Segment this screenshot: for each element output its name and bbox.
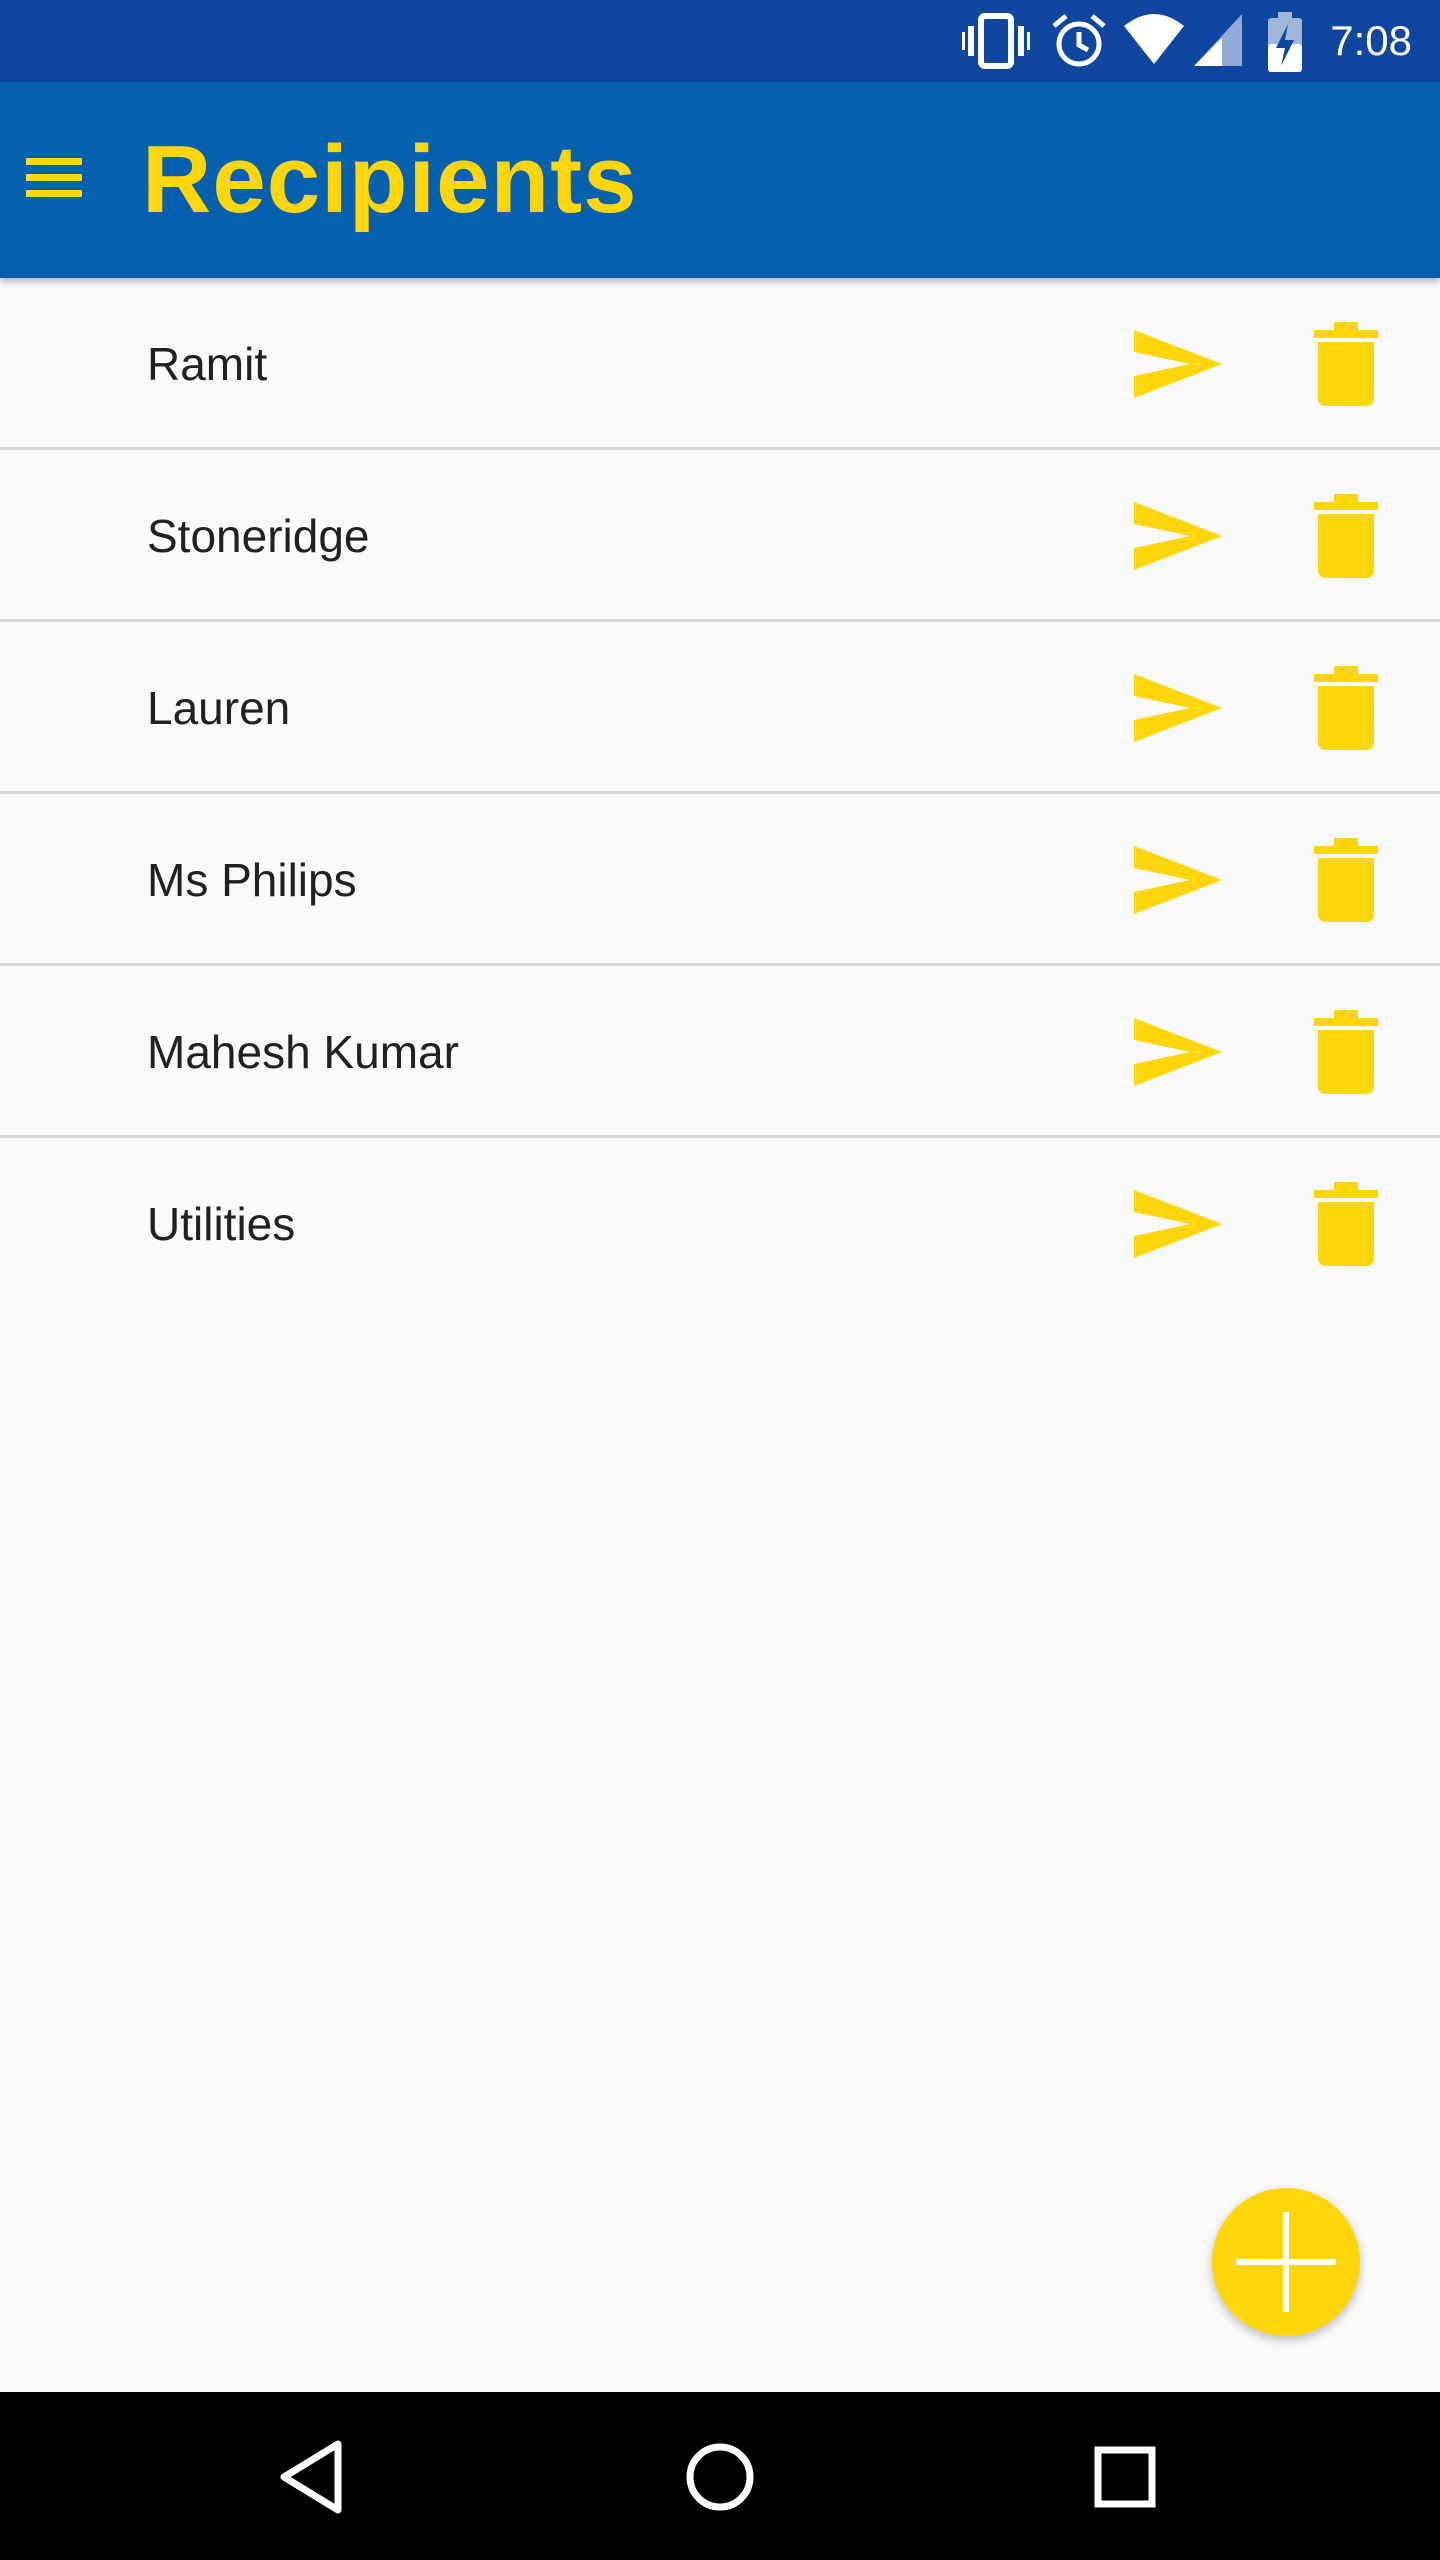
alarm-icon: [1052, 14, 1106, 67]
list-item[interactable]: Lauren: [0, 622, 1440, 794]
recipient-name: Lauren: [147, 682, 291, 734]
list-item[interactable]: Stoneridge: [0, 450, 1440, 622]
send-icon[interactable]: [1130, 322, 1226, 406]
trash-icon[interactable]: [1310, 834, 1382, 924]
signal-icon: [1194, 14, 1242, 66]
list-item[interactable]: Ms Philips: [0, 794, 1440, 966]
back-icon[interactable]: [270, 2432, 360, 2522]
send-icon[interactable]: [1130, 666, 1226, 750]
vibrate-icon: [962, 13, 1030, 69]
recipient-name: Stoneridge: [147, 510, 370, 562]
list-item[interactable]: Utilities: [0, 1138, 1440, 1310]
send-icon[interactable]: [1130, 838, 1226, 922]
page-title: Recipients: [142, 126, 638, 233]
send-icon[interactable]: [1130, 494, 1226, 578]
app-bar: Recipients: [0, 82, 1440, 278]
status-time: 7:08: [1330, 17, 1412, 64]
trash-icon[interactable]: [1310, 662, 1382, 752]
status-bar: 7:08: [0, 0, 1440, 82]
recipient-name: Mahesh Kumar: [147, 1026, 459, 1078]
send-icon[interactable]: [1130, 1010, 1226, 1094]
recipient-name: Ms Philips: [147, 854, 357, 906]
recipient-name: Ramit: [147, 338, 268, 390]
home-icon[interactable]: [675, 2432, 765, 2522]
hamburger-menu-icon[interactable]: [20, 132, 88, 222]
trash-icon[interactable]: [1310, 318, 1382, 408]
list-item[interactable]: Ramit: [0, 278, 1440, 450]
send-icon[interactable]: [1130, 1182, 1226, 1266]
recents-icon[interactable]: [1080, 2432, 1170, 2522]
wifi-icon: [1124, 14, 1184, 64]
recipient-name: Utilities: [147, 1198, 296, 1250]
plus-icon: [1236, 2212, 1336, 2312]
list-item[interactable]: Mahesh Kumar: [0, 966, 1440, 1138]
add-recipient-button[interactable]: [1212, 2188, 1360, 2336]
navigation-bar: [0, 2392, 1440, 2560]
trash-icon[interactable]: [1310, 1178, 1382, 1268]
trash-icon[interactable]: [1310, 490, 1382, 580]
recipient-list: Ramit Stoneridge Lauren Ms Philips Mahes…: [0, 278, 1440, 1310]
battery-charging-icon: [1268, 12, 1302, 72]
trash-icon[interactable]: [1310, 1006, 1382, 1096]
